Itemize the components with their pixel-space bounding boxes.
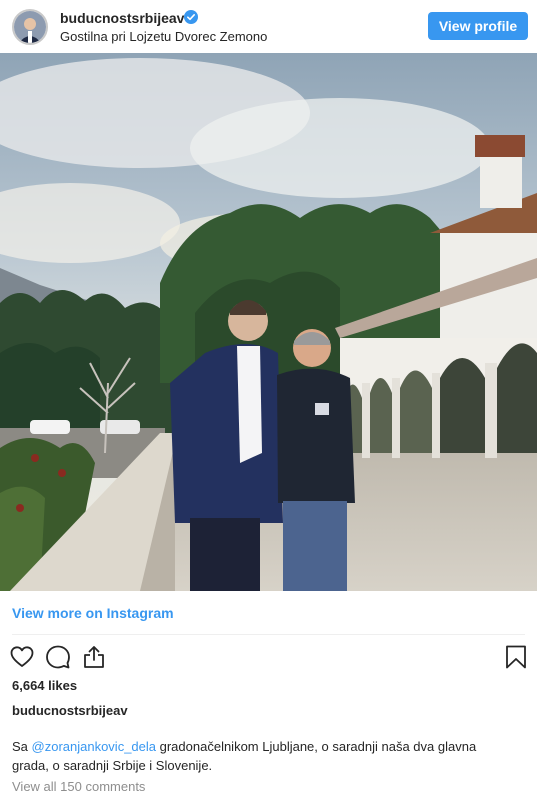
likes-count[interactable]: 6,664 likes (12, 678, 77, 693)
share-icon[interactable] (81, 644, 107, 670)
caption-text: Sa @zoranjankovic_dela gradonačelnikom L… (12, 737, 512, 775)
view-more-on-instagram-link[interactable]: View more on Instagram (12, 605, 174, 621)
avatar[interactable] (12, 9, 48, 45)
caption-mention-link[interactable]: @zoranjankovic_dela (32, 739, 157, 754)
post-header: buducnostsrbijeav Gostilna pri Lojzetu D… (0, 0, 537, 53)
caption-prefix: Sa (12, 739, 32, 754)
avatar-image (14, 11, 46, 43)
view-all-comments-link[interactable]: View all 150 comments (12, 779, 145, 794)
heart-icon[interactable] (9, 644, 35, 670)
username[interactable]: buducnostsrbijeav (60, 10, 184, 26)
view-profile-button[interactable]: View profile (428, 12, 528, 40)
post-photo[interactable] (0, 53, 537, 591)
bookmark-icon[interactable] (503, 644, 529, 670)
verified-badge-icon (184, 10, 198, 24)
comment-icon[interactable] (45, 644, 71, 670)
divider (12, 634, 525, 635)
location-link[interactable]: Gostilna pri Lojzetu Dvorec Zemono (60, 29, 267, 44)
caption-username[interactable]: buducnostsrbijeav (12, 703, 128, 718)
